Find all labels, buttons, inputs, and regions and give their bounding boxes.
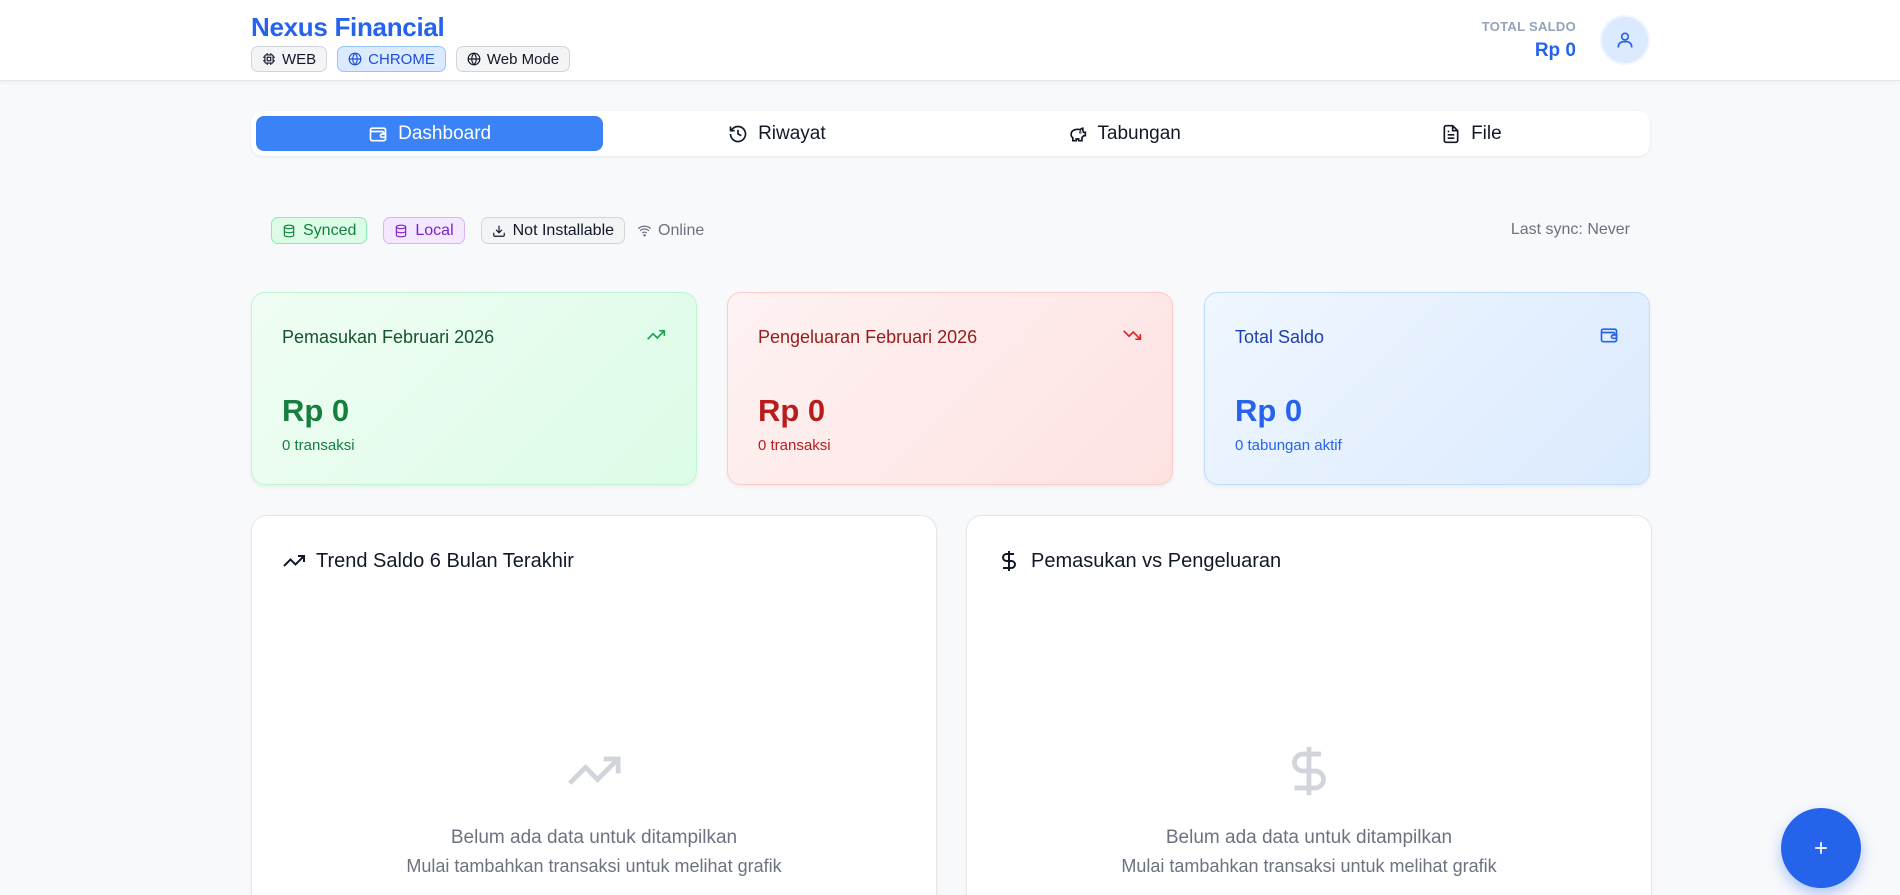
trending-up-icon bbox=[568, 756, 621, 785]
card-subtext: 0 transaksi bbox=[758, 437, 831, 454]
piggy-bank-icon bbox=[1070, 126, 1087, 141]
chip-label: Web Mode bbox=[486, 50, 560, 68]
empty-state-title: Belum ada data untuk ditampilkan bbox=[450, 827, 738, 848]
trending-down-icon bbox=[1123, 330, 1142, 340]
card-title: Total Saldo bbox=[1235, 327, 1325, 347]
globe-icon bbox=[348, 52, 362, 66]
database-icon bbox=[283, 224, 295, 237]
synced-badge: Synced bbox=[271, 217, 368, 244]
platform-chips: WEB CHROME Web Mode bbox=[251, 46, 571, 72]
install-button[interactable]: Not Installable bbox=[480, 217, 626, 244]
wifi-icon bbox=[637, 225, 652, 237]
empty-state-title: Belum ada data untuk ditampilkan bbox=[1165, 827, 1453, 848]
file-icon bbox=[1443, 124, 1459, 143]
local-label: Local bbox=[415, 221, 454, 239]
tab-label: Dashboard bbox=[398, 122, 492, 144]
synced-label: Synced bbox=[303, 221, 357, 239]
online-indicator: Online bbox=[637, 222, 704, 240]
user-avatar-button[interactable] bbox=[1600, 15, 1650, 65]
tab-tabungan[interactable]: Tabungan bbox=[951, 116, 1298, 151]
user-icon bbox=[1617, 32, 1633, 48]
chip-web-mode: Web Mode bbox=[455, 46, 571, 72]
status-bar: Synced Local Not Installable Online bbox=[271, 217, 704, 244]
income-card: Pemasukan Februari 2026 Rp 0 0 transaksi bbox=[251, 292, 697, 485]
total-saldo-value: Rp 0 bbox=[1534, 40, 1576, 61]
wallet-icon bbox=[369, 126, 387, 141]
dollar-icon bbox=[1292, 746, 1326, 796]
card-amount: Rp 0 bbox=[282, 393, 350, 428]
panel-title-text: Pemasukan vs Pengeluaran bbox=[1031, 549, 1282, 572]
install-label: Not Installable bbox=[512, 221, 615, 239]
chip-label: WEB bbox=[282, 50, 317, 68]
main-tabs: Dashboard Riwayat Tabungan File bbox=[251, 111, 1650, 156]
income-vs-expense-panel: Pemasukan vs Pengeluaran Belum ada data … bbox=[966, 515, 1652, 895]
chip-icon bbox=[263, 53, 275, 65]
tab-label: Tabungan bbox=[1097, 122, 1181, 144]
card-subtext: 0 tabungan aktif bbox=[1235, 437, 1342, 454]
card-title: Pemasukan Februari 2026 bbox=[282, 327, 495, 347]
online-label: Online bbox=[658, 221, 705, 239]
plus-icon bbox=[1815, 842, 1827, 854]
empty-state-subtitle: Mulai tambahkan transaksi untuk melihat … bbox=[406, 856, 782, 876]
brand-title[interactable]: Nexus Financial bbox=[251, 12, 445, 43]
last-sync-text: Last sync: Never bbox=[1510, 221, 1630, 238]
panel-title-text: Trend Saldo 6 Bulan Terakhir bbox=[316, 549, 574, 572]
panel-title: Trend Saldo 6 Bulan Terakhir bbox=[282, 549, 574, 573]
local-badge: Local bbox=[383, 217, 465, 244]
app-header: Nexus Financial WEB CHROME Web Mode TOTA… bbox=[0, 0, 1900, 81]
tab-riwayat[interactable]: Riwayat bbox=[603, 116, 950, 151]
chip-web: WEB bbox=[251, 46, 328, 72]
trending-up-icon bbox=[283, 555, 305, 567]
total-saldo-label: TOTAL SALDO bbox=[1481, 19, 1576, 34]
globe-icon bbox=[467, 52, 481, 66]
history-icon bbox=[729, 125, 747, 142]
tab-label: Riwayat bbox=[758, 122, 826, 144]
add-transaction-button[interactable] bbox=[1781, 808, 1861, 888]
chip-chrome: CHROME bbox=[337, 46, 446, 72]
chip-label: CHROME bbox=[368, 50, 435, 68]
card-title: Pengeluaran Februari 2026 bbox=[758, 327, 978, 347]
download-icon bbox=[492, 225, 505, 237]
card-amount: Rp 0 bbox=[1235, 393, 1303, 428]
card-subtext: 0 transaksi bbox=[282, 437, 355, 454]
card-amount: Rp 0 bbox=[758, 393, 826, 428]
panel-title: Pemasukan vs Pengeluaran bbox=[997, 549, 1281, 573]
expense-card: Pengeluaran Februari 2026 Rp 0 0 transak… bbox=[727, 292, 1173, 485]
database-icon bbox=[396, 224, 407, 237]
trending-up-icon bbox=[647, 330, 666, 340]
empty-state-subtitle: Mulai tambahkan transaksi untuk melihat … bbox=[1121, 856, 1497, 876]
dollar-icon bbox=[1002, 551, 1016, 571]
tab-label: File bbox=[1471, 122, 1502, 144]
wallet-icon bbox=[1600, 328, 1618, 343]
tab-dashboard[interactable]: Dashboard bbox=[256, 116, 604, 151]
balance-card: Total Saldo Rp 0 0 tabungan aktif bbox=[1204, 292, 1650, 485]
trend-chart-panel: Trend Saldo 6 Bulan Terakhir Belum ada d… bbox=[251, 515, 937, 895]
tab-file[interactable]: File bbox=[1298, 116, 1645, 151]
